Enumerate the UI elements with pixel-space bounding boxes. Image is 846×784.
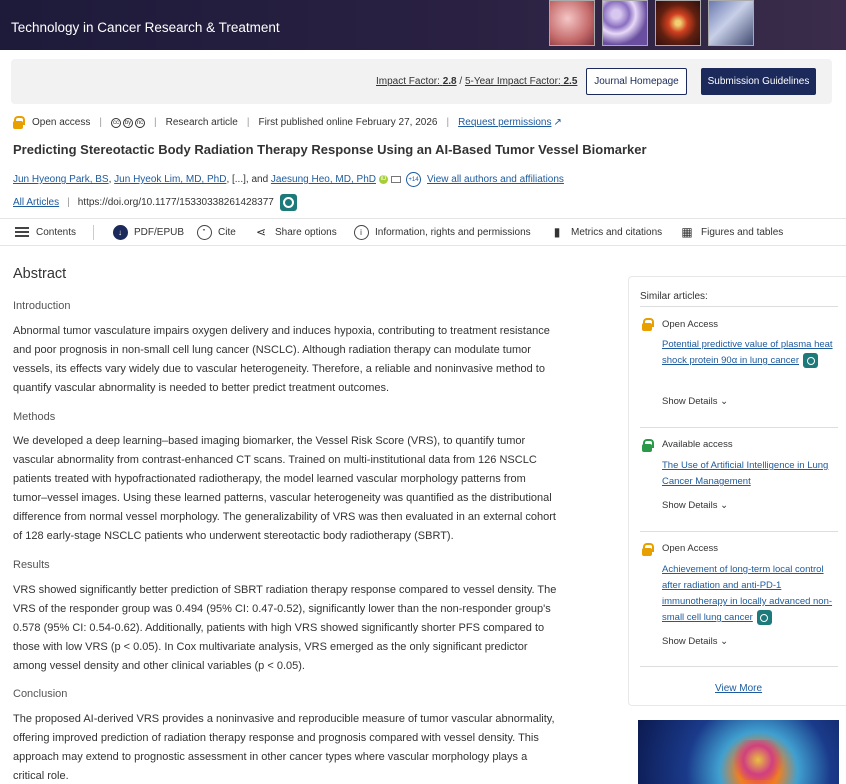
more-authors-badge[interactable]: +14 xyxy=(405,172,421,187)
section-heading: Conclusion xyxy=(13,688,68,700)
doi-link[interactable]: https://doi.org/10.1177/1533033826142837… xyxy=(78,197,274,208)
external-link-icon: ↗ xyxy=(553,117,562,128)
journal-banner: Technology in Cancer Research & Treatmen… xyxy=(0,0,846,50)
author-ellipsis[interactable]: [...], xyxy=(232,174,249,185)
open-lock-icon xyxy=(13,116,25,129)
license-icons[interactable]: cc by nc xyxy=(110,117,145,128)
bar-chart-icon: ▮ xyxy=(553,225,561,239)
view-all-authors-link[interactable]: View all authors and affiliations xyxy=(427,174,564,185)
all-articles-link[interactable]: All Articles xyxy=(13,197,59,208)
access-label: Available access xyxy=(662,439,733,450)
banner-cover-image xyxy=(708,0,754,46)
article-type: Research article xyxy=(165,117,238,128)
abstract-section: Abstract Introduction Abnormal tumor vas… xyxy=(13,266,558,782)
doi-row: All Articles | https://doi.org/10.1177/1… xyxy=(13,194,297,211)
banner-cover-image xyxy=(549,0,595,46)
information-rights-button[interactable]: i Information, rights and permissions xyxy=(353,224,531,240)
author-link[interactable]: Jaesung Heo, MD, PhD xyxy=(271,174,376,185)
article-title: Predicting Stereotactic Body Radiation T… xyxy=(13,142,647,157)
share-icon: ⋖ xyxy=(255,225,267,239)
access-label: Open access xyxy=(32,117,91,128)
publish-date: First published online February 27, 2026 xyxy=(258,117,438,128)
menu-icon xyxy=(15,227,29,237)
open-lock-icon xyxy=(642,543,654,556)
orcid-icon[interactable]: iD xyxy=(378,175,388,184)
download-icon: ↓ xyxy=(112,224,128,240)
similar-article-link[interactable]: The Use of Artificial Intelligence in Lu… xyxy=(662,458,837,490)
article-meta: Open access | cc by nc | Research articl… xyxy=(13,116,562,129)
section-heading: Methods xyxy=(13,411,56,423)
table-icon: ▦ xyxy=(681,225,693,239)
lock-icon xyxy=(642,439,654,452)
nc-icon: nc xyxy=(134,117,145,128)
submission-guidelines-button[interactable]: Submission Guidelines xyxy=(701,68,816,95)
author-link[interactable]: Jun Hyeok Lim, MD, PhD xyxy=(114,174,226,185)
pdf-epub-button[interactable]: ↓ PDF/EPUB xyxy=(112,224,184,240)
show-details-button[interactable]: Show Details ⌄ xyxy=(662,636,728,647)
crossmark-icon[interactable] xyxy=(803,353,818,368)
abstract-paragraph: VRS showed significantly better predicti… xyxy=(13,584,557,672)
section-heading: Introduction xyxy=(13,300,71,312)
banner-cover-image xyxy=(655,0,701,46)
share-options-button[interactable]: ⋖ Share options xyxy=(253,224,337,240)
crossmark-icon[interactable] xyxy=(756,610,772,625)
promo-banner-image[interactable] xyxy=(638,720,839,784)
cite-button[interactable]: ” Cite xyxy=(196,224,236,240)
abstract-paragraph: The proposed AI-derived VRS provides a n… xyxy=(13,713,555,782)
similar-article-link[interactable]: Potential predictive value of plasma hea… xyxy=(662,337,837,369)
view-more-link[interactable]: View More xyxy=(715,683,762,694)
abstract-paragraph: We developed a deep learning–based imagi… xyxy=(13,435,556,542)
author-list: Jun Hyeong Park, BS, Jun Hyeok Lim, MD, … xyxy=(13,172,564,187)
cc-icon: cc xyxy=(110,117,121,128)
figures-tables-button[interactable]: ▦ Figures and tables xyxy=(679,224,783,240)
abstract-heading: Abstract xyxy=(13,266,67,282)
chevron-down-icon: ⌄ xyxy=(720,396,729,407)
access-label: Open Access xyxy=(662,543,718,554)
info-icon: i xyxy=(353,224,369,240)
metrics-citations-button[interactable]: ▮ Metrics and citations xyxy=(549,224,662,240)
quote-icon: ” xyxy=(196,224,212,240)
journal-title[interactable]: Technology in Cancer Research & Treatmen… xyxy=(11,20,280,35)
crossmark-icon[interactable] xyxy=(279,194,297,211)
article-toolbar: Contents ↓ PDF/EPUB ” Cite ⋖ Share optio… xyxy=(0,218,846,246)
chevron-down-icon: ⌄ xyxy=(720,500,729,511)
mail-icon[interactable] xyxy=(390,176,401,183)
author-link[interactable]: Jun Hyeong Park, BS xyxy=(13,174,109,185)
by-icon: by xyxy=(122,117,133,128)
open-lock-icon xyxy=(642,318,654,331)
show-details-button[interactable]: Show Details ⌄ xyxy=(662,500,728,511)
journal-homepage-button[interactable]: Journal Homepage xyxy=(586,68,687,95)
impact-factor[interactable]: Impact Factor: 2.8 / 5-Year Impact Facto… xyxy=(376,76,577,87)
contents-button[interactable]: Contents xyxy=(14,224,76,240)
similar-article-link[interactable]: Achievement of long-term local control a… xyxy=(662,562,837,626)
request-permissions-link[interactable]: Request permissions xyxy=(458,117,551,128)
access-label: Open Access xyxy=(662,319,718,330)
abstract-paragraph: Abnormal tumor vasculature impairs oxyge… xyxy=(13,325,550,394)
similar-articles-panel: Similar articles: Open Access Potential … xyxy=(628,276,846,706)
show-details-button[interactable]: Show Details ⌄ xyxy=(662,396,728,407)
banner-cover-image xyxy=(602,0,648,46)
section-heading: Results xyxy=(13,559,50,571)
similar-articles-heading: Similar articles: xyxy=(640,291,708,302)
chevron-down-icon: ⌄ xyxy=(720,636,729,647)
